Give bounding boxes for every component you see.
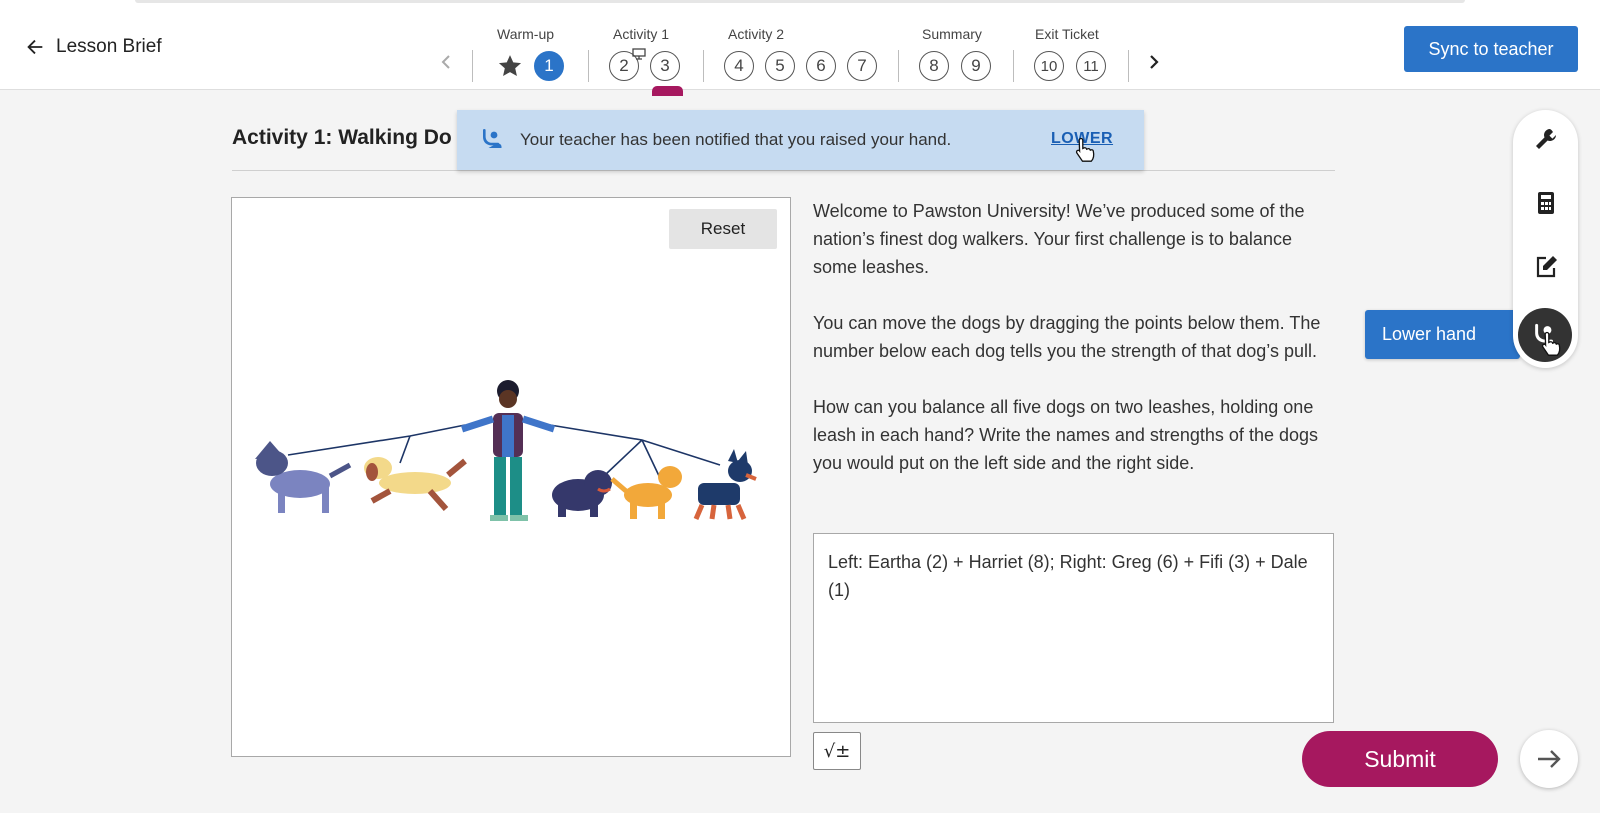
group-label-warm-up: Warm-up — [497, 26, 555, 42]
hand-pointer-cursor-icon — [1541, 331, 1561, 356]
raised-hand-icon — [483, 128, 502, 148]
sync-to-teacher-button[interactable]: Sync to teacher — [1404, 26, 1578, 72]
step-6[interactable]: 6 — [806, 51, 836, 81]
group-label-activity-2: Activity 2 — [728, 26, 785, 42]
group-label-exit-ticket: Exit Ticket — [1035, 26, 1099, 42]
dog-walking-graph[interactable]: Reset — [231, 197, 791, 757]
lesson-header: Lesson Brief Warm-up 1 Activity 1 2 3 Ac… — [0, 6, 1600, 96]
step-3[interactable]: 3 — [650, 51, 680, 81]
nav-separator — [703, 50, 704, 82]
back-label: Lesson Brief — [56, 36, 162, 57]
step-10[interactable]: 10 — [1034, 51, 1064, 81]
next-activity-button[interactable] — [1520, 730, 1578, 788]
step-7[interactable]: 7 — [847, 51, 877, 81]
dog-walker-illustration[interactable] — [250, 373, 770, 543]
instructions-paragraph-3: How can you balance all five dogs on two… — [813, 397, 1318, 473]
submit-button[interactable]: Submit — [1302, 731, 1498, 787]
arrow-left-icon — [27, 39, 43, 55]
calculator-icon[interactable] — [1533, 190, 1559, 216]
step-9[interactable]: 9 — [961, 51, 991, 81]
group-label-summary: Summary — [922, 26, 982, 42]
nav-separator — [1128, 50, 1129, 82]
chevron-left-icon[interactable] — [436, 52, 456, 72]
nav-separator — [1013, 50, 1014, 82]
current-step-marker — [652, 86, 683, 96]
step-8[interactable]: 8 — [919, 51, 949, 81]
dog-fifi — [610, 466, 682, 519]
notepad-icon[interactable] — [1533, 254, 1559, 280]
dog-eartha — [255, 441, 352, 513]
group-label-activity-1: Activity 1 — [613, 26, 670, 42]
hand-pointer-cursor-icon — [1075, 137, 1095, 162]
instructions-paragraph-1: Welcome to Pawston University! We’ve pro… — [813, 201, 1305, 277]
dog-walker-person — [460, 380, 556, 521]
instructions-paragraph-2: You can move the dogs by dragging the po… — [813, 313, 1321, 361]
step-1[interactable]: 1 — [534, 51, 564, 81]
raised-hand-notification: Your teacher has been notified that you … — [457, 110, 1144, 170]
nav-separator — [898, 50, 899, 82]
back-to-lesson-brief[interactable]: Lesson Brief — [24, 36, 162, 58]
answer-textarea[interactable]: Left: Eartha (2) + Harriet (8); Right: G… — [813, 533, 1334, 723]
math-input-button[interactable]: √± — [813, 732, 861, 770]
star-icon[interactable] — [497, 53, 523, 79]
top-strip-bar — [135, 0, 1465, 3]
nav-separator — [588, 50, 589, 82]
reset-button[interactable]: Reset — [669, 209, 777, 249]
lower-hand-button[interactable]: Lower hand — [1365, 310, 1520, 359]
nav-separator — [472, 50, 473, 82]
activity-title: Activity 1: Walking Do — [232, 126, 452, 149]
wrench-icon[interactable] — [1533, 126, 1559, 152]
student-toolbar — [1513, 110, 1578, 368]
arrow-right-icon — [1538, 750, 1561, 768]
step-11[interactable]: 11 — [1076, 51, 1106, 81]
title-divider — [232, 170, 1335, 171]
activity-instructions: Welcome to Pawston University! We’ve pro… — [813, 197, 1333, 505]
step-5[interactable]: 5 — [765, 51, 795, 81]
dog-greg — [552, 470, 612, 517]
chevron-right-icon[interactable] — [1144, 52, 1164, 72]
presentation-icon — [632, 48, 646, 60]
step-4[interactable]: 4 — [724, 51, 754, 81]
notification-message: Your teacher has been notified that you … — [520, 130, 952, 149]
dog-harriet — [364, 457, 467, 511]
